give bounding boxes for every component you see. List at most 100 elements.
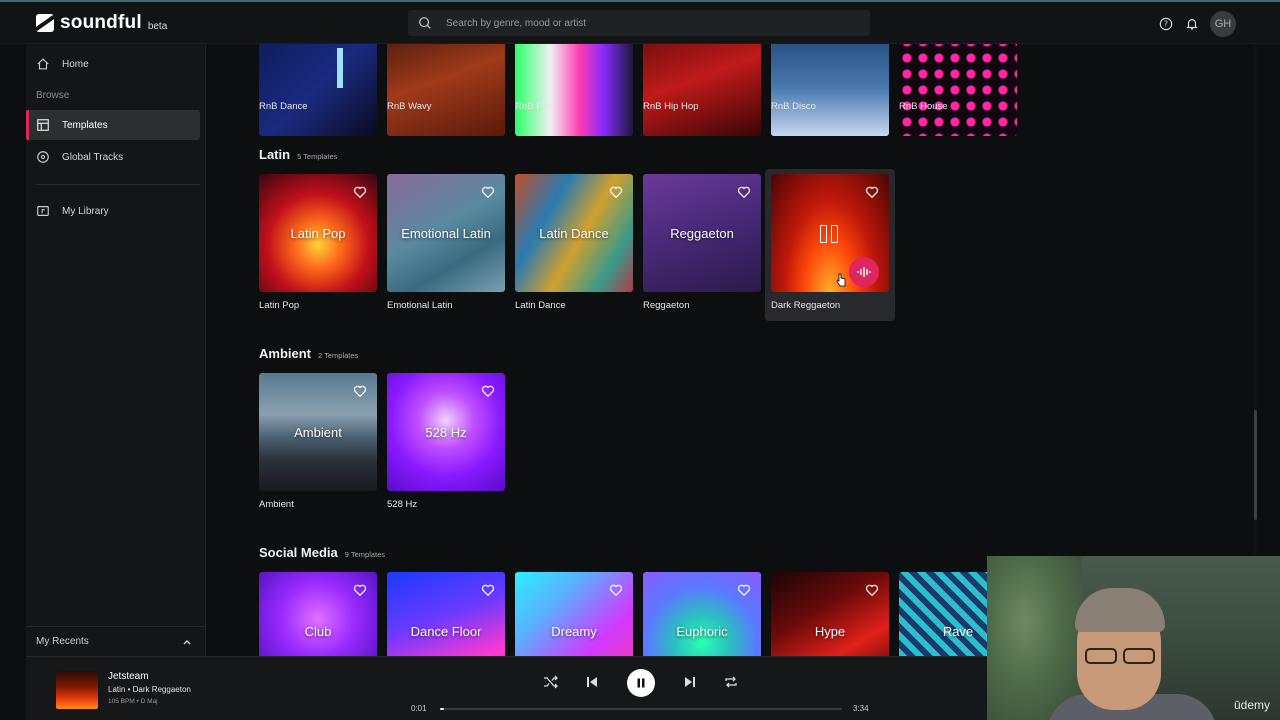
template-card-rnb-house[interactable] <box>899 44 1017 136</box>
card-label: Emotional Latin <box>387 300 453 311</box>
scrollbar-thumb[interactable] <box>1254 410 1257 520</box>
template-count: 2 Templates <box>318 351 359 360</box>
template-card-rnb-wavy[interactable] <box>387 44 505 136</box>
heart-icon[interactable] <box>737 185 751 199</box>
heart-icon[interactable] <box>353 583 367 597</box>
heart-icon[interactable] <box>865 185 879 199</box>
current-time: 0:01 <box>411 704 427 713</box>
card-label: RnB Pop <box>515 101 554 112</box>
track-title[interactable]: Jetsteam <box>108 671 149 682</box>
logo-text: soundful <box>60 12 142 33</box>
person-cap <box>1075 588 1165 632</box>
waveform-button[interactable] <box>849 257 879 287</box>
template-card-528-hz[interactable]: 528 Hz <box>387 373 505 491</box>
template-card-reggaeton[interactable]: Reggaeton <box>643 174 761 292</box>
total-time: 3:34 <box>853 704 869 713</box>
heart-icon[interactable] <box>609 583 623 597</box>
card-label: RnB Wavy <box>387 101 432 112</box>
hand-cursor-icon <box>836 273 846 287</box>
search-bar[interactable] <box>408 10 870 36</box>
section-title: Latin <box>259 147 291 162</box>
template-card-ambient[interactable]: Ambient <box>259 373 377 491</box>
heart-icon[interactable] <box>353 185 367 199</box>
sidebar-item-label: Templates <box>62 119 108 131</box>
heart-icon[interactable] <box>481 185 495 199</box>
card-label: RnB Hip Hop <box>643 101 699 112</box>
plant-background <box>987 556 1082 720</box>
template-card-latin-dance[interactable]: Latin Dance <box>515 174 633 292</box>
bell-icon[interactable] <box>1184 16 1200 32</box>
heart-icon[interactable] <box>737 583 751 597</box>
browse-label: Browse <box>36 90 70 101</box>
template-card-hype[interactable]: Hype <box>771 572 889 656</box>
sidebar-divider <box>36 184 200 185</box>
webcam-overlay: ūdemy <box>987 556 1280 720</box>
template-card-latin-pop[interactable]: Latin Pop <box>259 174 377 292</box>
soundful-logo-icon <box>36 14 54 32</box>
heart-icon[interactable] <box>481 384 495 398</box>
avatar[interactable]: GH <box>1210 11 1236 37</box>
sidebar-item-home[interactable]: Home <box>26 49 200 79</box>
sidebar-item-global-tracks[interactable]: Global Tracks <box>26 142 200 172</box>
template-count: 5 Templates <box>297 152 338 161</box>
template-card-euphoric[interactable]: Euphoric <box>643 572 761 656</box>
my-recents-toggle[interactable]: My Recents <box>26 626 206 656</box>
card-label: RnB House <box>899 101 948 112</box>
section-title: Ambient <box>259 346 311 361</box>
template-card-emotional-latin[interactable]: Emotional Latin <box>387 174 505 292</box>
card-label: RnB Dance <box>259 101 308 112</box>
heart-icon[interactable] <box>353 384 367 398</box>
beta-badge: beta <box>147 20 168 32</box>
shuffle-icon <box>544 675 558 689</box>
search-icon <box>419 17 431 29</box>
sidebar-item-label: Global Tracks <box>62 151 124 163</box>
sidebar-item-my-library[interactable]: My Library <box>26 196 200 226</box>
grid-table-icon <box>37 119 49 131</box>
pause-button[interactable] <box>627 669 655 697</box>
template-card-rnb-pop[interactable] <box>515 44 633 136</box>
sidebar-item-templates[interactable]: Templates <box>26 110 200 140</box>
library-icon <box>37 206 49 216</box>
repeat-button[interactable] <box>719 670 743 694</box>
help-icon[interactable]: ? <box>1158 16 1174 32</box>
template-count: 9 Templates <box>344 550 386 559</box>
svg-text:?: ? <box>1164 20 1168 29</box>
next-button[interactable] <box>678 670 702 694</box>
sidebar-item-label: Home <box>62 58 89 70</box>
template-card-rnb-disco[interactable] <box>771 44 889 136</box>
card-label: 528 Hz <box>387 499 418 510</box>
shuffle-button[interactable] <box>539 670 563 694</box>
template-card-rnb-dance[interactable] <box>259 44 377 136</box>
card-label: Ambient <box>259 499 294 510</box>
glasses <box>1085 648 1155 664</box>
section-title-social-media: Social Media 9 Templates <box>259 545 385 560</box>
card-label: RnB Disco <box>771 101 816 112</box>
previous-button[interactable] <box>580 670 604 694</box>
heart-icon[interactable] <box>609 185 623 199</box>
track-artwork <box>56 671 98 709</box>
app-window: soundful beta ? GH Home Browse Templates… <box>0 0 1280 720</box>
card-label: Dark Reggaeton <box>771 300 841 311</box>
template-card-dance-floor[interactable]: Dance Floor <box>387 572 505 656</box>
template-card-club[interactable]: Club <box>259 572 377 656</box>
template-card-dark-reggaeton[interactable] <box>771 174 889 292</box>
template-card-dreamy[interactable]: Dreamy <box>515 572 633 656</box>
progress-bar[interactable] <box>440 708 842 710</box>
sidebar-item-label: My Library <box>62 205 109 217</box>
search-input[interactable] <box>446 17 826 29</box>
disc-icon <box>37 151 49 163</box>
heart-icon[interactable] <box>865 583 879 597</box>
udemy-watermark: ūdemy <box>1233 698 1270 712</box>
top-bar: soundful beta ? GH <box>0 2 1280 44</box>
section-title-latin: Latin 5 Templates <box>259 147 337 162</box>
pause-icon[interactable] <box>820 225 838 243</box>
heart-icon[interactable] <box>481 583 495 597</box>
card-label: Reggaeton <box>643 300 690 311</box>
recents-label: My Recents <box>36 636 89 647</box>
progress-fill <box>440 708 445 710</box>
section-title: Social Media <box>259 545 338 560</box>
logo[interactable]: soundful beta <box>36 12 167 34</box>
template-card-rnb-hip-hop[interactable] <box>643 44 761 136</box>
pause-icon <box>637 678 645 688</box>
repeat-icon <box>725 676 737 688</box>
